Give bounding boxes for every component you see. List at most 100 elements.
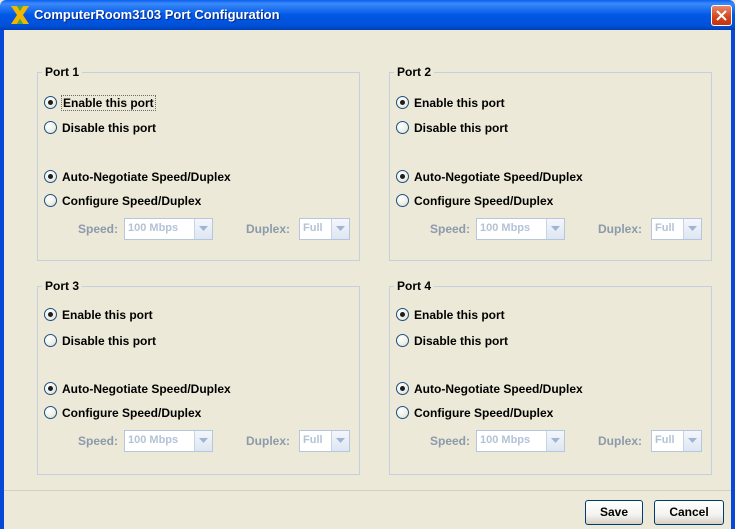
port-4-disable-radio[interactable]: Disable this port bbox=[396, 332, 508, 349]
port-3-speed-value: 100 Mbps bbox=[128, 434, 179, 446]
port-4-auto-negotiate-radio[interactable]: Auto-Negotiate Speed/Duplex bbox=[396, 380, 583, 397]
port-1-duplex-select[interactable]: Full bbox=[299, 218, 350, 240]
dialog-content: Port 1 Enable this port Disable this por… bbox=[4, 30, 731, 529]
footer-separator bbox=[4, 490, 731, 491]
port-2-duplex-select[interactable]: Full bbox=[651, 218, 702, 240]
port-3-speed-label: Speed: bbox=[78, 434, 119, 448]
port-3-duplex-select[interactable]: Full bbox=[299, 430, 350, 452]
port-1-duplex-label: Duplex: bbox=[246, 222, 291, 236]
window-border-right bbox=[731, 30, 735, 529]
radio-icon bbox=[44, 334, 57, 347]
chevron-down-icon bbox=[551, 226, 560, 231]
port-3-auto-negotiate-label: Auto-Negotiate Speed/Duplex bbox=[62, 381, 231, 396]
dropdown-arrow[interactable] bbox=[331, 219, 349, 239]
port-1-speed-label: Speed: bbox=[78, 222, 119, 236]
port-1-duplex-value: Full bbox=[303, 222, 323, 234]
port-4-duplex-value: Full bbox=[655, 434, 675, 446]
chevron-down-icon bbox=[199, 226, 208, 231]
port-1-speed-value: 100 Mbps bbox=[128, 222, 179, 234]
chevron-down-icon bbox=[551, 438, 560, 443]
window-title: ComputerRoom3103 Port Configuration bbox=[34, 7, 280, 22]
port-2-enable-radio[interactable]: Enable this port bbox=[396, 94, 505, 111]
port-4-speed-select[interactable]: 100 Mbps bbox=[476, 430, 565, 452]
port-4-auto-negotiate-label: Auto-Negotiate Speed/Duplex bbox=[414, 381, 583, 396]
dropdown-arrow[interactable] bbox=[194, 219, 212, 239]
dropdown-arrow[interactable] bbox=[194, 431, 212, 451]
port-4-title: Port 4 bbox=[394, 278, 435, 294]
port-2-configure-radio[interactable]: Configure Speed/Duplex bbox=[396, 192, 553, 209]
port-1-auto-negotiate-radio[interactable]: Auto-Negotiate Speed/Duplex bbox=[44, 168, 231, 185]
dropdown-arrow[interactable] bbox=[683, 219, 701, 239]
port-4-duplex-label: Duplex: bbox=[598, 434, 643, 448]
port-3-disable-radio[interactable]: Disable this port bbox=[44, 332, 156, 349]
chevron-down-icon bbox=[336, 438, 345, 443]
port-2-disable-label: Disable this port bbox=[414, 120, 509, 135]
dropdown-arrow[interactable] bbox=[546, 431, 564, 451]
port-4-enable-radio[interactable]: Enable this port bbox=[396, 306, 505, 323]
title-bar[interactable]: ComputerRoom3103 Port Configuration bbox=[0, 0, 735, 30]
dropdown-arrow[interactable] bbox=[683, 431, 701, 451]
close-button[interactable] bbox=[711, 5, 732, 26]
radio-icon bbox=[396, 121, 409, 134]
radio-icon bbox=[44, 194, 57, 207]
port-2-auto-negotiate-radio[interactable]: Auto-Negotiate Speed/Duplex bbox=[396, 168, 583, 185]
cancel-button[interactable]: Cancel bbox=[654, 500, 724, 525]
radio-icon bbox=[44, 382, 57, 395]
port-2-enable-label: Enable this port bbox=[414, 95, 505, 110]
port-3-enable-label: Enable this port bbox=[62, 307, 153, 322]
port-3-title: Port 3 bbox=[42, 278, 83, 294]
port-2-duplex-value: Full bbox=[655, 222, 675, 234]
port-4-disable-label: Disable this port bbox=[414, 333, 509, 348]
port-2-auto-negotiate-label: Auto-Negotiate Speed/Duplex bbox=[414, 169, 583, 184]
dropdown-arrow[interactable] bbox=[331, 431, 349, 451]
port-3-disable-label: Disable this port bbox=[62, 333, 157, 348]
port-1-configure-label: Configure Speed/Duplex bbox=[62, 193, 202, 208]
port-3-configure-radio[interactable]: Configure Speed/Duplex bbox=[44, 404, 201, 421]
chevron-down-icon bbox=[199, 438, 208, 443]
port-1-auto-negotiate-label: Auto-Negotiate Speed/Duplex bbox=[62, 169, 231, 184]
radio-icon bbox=[396, 96, 409, 109]
port-2-disable-radio[interactable]: Disable this port bbox=[396, 119, 508, 136]
radio-icon bbox=[396, 194, 409, 207]
chevron-down-icon bbox=[688, 438, 697, 443]
port-4-configure-radio[interactable]: Configure Speed/Duplex bbox=[396, 404, 553, 421]
port-1-enable-label: Enable this port bbox=[61, 94, 156, 111]
radio-icon bbox=[44, 121, 57, 134]
port-3-speed-select[interactable]: 100 Mbps bbox=[124, 430, 213, 452]
port-configuration-dialog: ComputerRoom3103 Port Configuration Port… bbox=[0, 0, 735, 529]
port-1-panel: Port 1 Enable this port Disable this por… bbox=[37, 64, 360, 261]
port-3-duplex-label: Duplex: bbox=[246, 434, 291, 448]
app-x-icon bbox=[11, 6, 29, 24]
chevron-down-icon bbox=[688, 226, 697, 231]
port-2-title: Port 2 bbox=[394, 64, 435, 80]
port-1-disable-label: Disable this port bbox=[62, 120, 157, 135]
port-4-configure-label: Configure Speed/Duplex bbox=[414, 405, 554, 420]
radio-icon bbox=[396, 308, 409, 321]
port-4-speed-label: Speed: bbox=[430, 434, 471, 448]
port-1-enable-radio[interactable]: Enable this port bbox=[44, 94, 156, 111]
radio-icon bbox=[44, 170, 57, 183]
port-4-duplex-select[interactable]: Full bbox=[651, 430, 702, 452]
port-2-panel: Port 2 Enable this port Disable this por… bbox=[389, 64, 712, 261]
save-button[interactable]: Save bbox=[585, 500, 643, 525]
port-4-panel: Port 4 Enable this port Disable this por… bbox=[389, 278, 712, 475]
radio-icon bbox=[44, 406, 57, 419]
port-2-duplex-label: Duplex: bbox=[598, 222, 643, 236]
radio-icon bbox=[396, 170, 409, 183]
port-3-auto-negotiate-radio[interactable]: Auto-Negotiate Speed/Duplex bbox=[44, 380, 231, 397]
port-1-disable-radio[interactable]: Disable this port bbox=[44, 119, 156, 136]
port-4-speed-value: 100 Mbps bbox=[480, 434, 531, 446]
radio-icon bbox=[44, 96, 57, 109]
port-2-speed-select[interactable]: 100 Mbps bbox=[476, 218, 565, 240]
port-3-enable-radio[interactable]: Enable this port bbox=[44, 306, 153, 323]
dropdown-arrow[interactable] bbox=[546, 219, 564, 239]
port-3-configure-label: Configure Speed/Duplex bbox=[62, 405, 202, 420]
port-2-configure-label: Configure Speed/Duplex bbox=[414, 193, 554, 208]
port-4-enable-label: Enable this port bbox=[414, 307, 505, 322]
port-1-speed-select[interactable]: 100 Mbps bbox=[124, 218, 213, 240]
port-3-duplex-value: Full bbox=[303, 434, 323, 446]
radio-icon bbox=[396, 334, 409, 347]
port-1-configure-radio[interactable]: Configure Speed/Duplex bbox=[44, 192, 201, 209]
chevron-down-icon bbox=[336, 226, 345, 231]
port-3-panel: Port 3 Enable this port Disable this por… bbox=[37, 278, 360, 475]
